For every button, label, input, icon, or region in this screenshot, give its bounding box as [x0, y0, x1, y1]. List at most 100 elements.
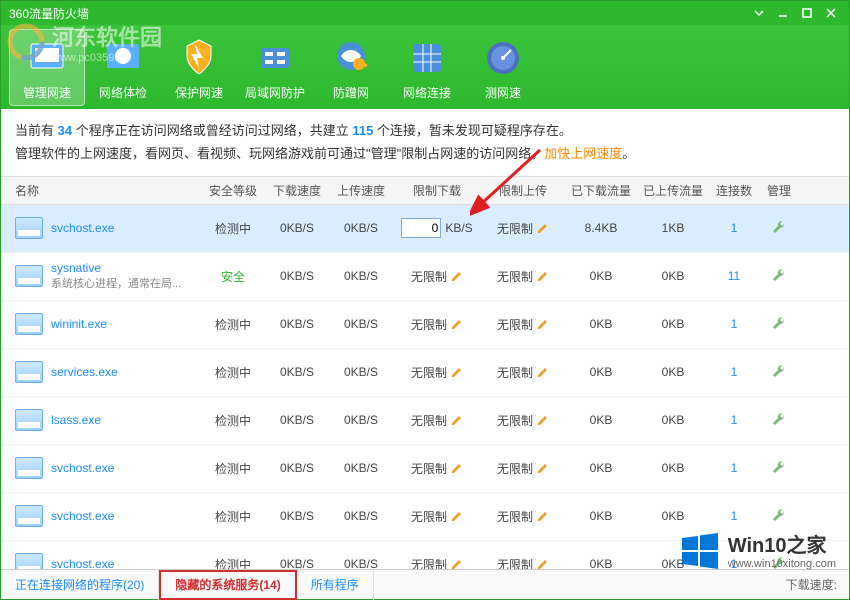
manage-button[interactable]	[759, 507, 799, 526]
process-row[interactable]: services.exe检测中0KB/S0KB/S无限制无限制0KB0KB1	[1, 349, 849, 397]
col-limit-download[interactable]: 限制下载	[393, 182, 481, 199]
bottom-tab[interactable]: 所有程序	[297, 570, 374, 600]
limit-upload-value: 无限制	[497, 412, 533, 429]
manage-button[interactable]	[759, 363, 799, 382]
manage-button[interactable]	[759, 315, 799, 334]
connection-count[interactable]: 1	[709, 317, 759, 331]
connection-count[interactable]: 1	[709, 557, 759, 569]
limit-download-cell: 无限制	[393, 364, 481, 381]
process-row[interactable]: svchost.exe检测中0KB/S0KB/S无限制无限制0KB0KB1	[1, 541, 849, 569]
process-row[interactable]: sysnative系统核心进程，通常在局...安全0KB/S0KB/S无限制无限…	[1, 253, 849, 301]
close-button[interactable]	[821, 5, 841, 21]
bottom-tab[interactable]: 隐藏的系统服务(14)	[159, 570, 296, 600]
limit-download-input[interactable]	[401, 218, 441, 238]
toolbar-局域网防护[interactable]: 局域网防护	[237, 30, 313, 105]
info-bar: 当前有 34 个程序正在访问网络或曾经访问过网络，共建立 115 个连接，暂未发…	[1, 109, 849, 177]
toolbar-防蹭网[interactable]: 防蹭网	[313, 30, 389, 105]
process-row[interactable]: svchost.exe检测中0KB/S0KB/SKB/S无限制8.4KB1KB1	[1, 205, 849, 253]
edit-icon[interactable]	[451, 270, 463, 282]
connection-count[interactable]: 1	[709, 221, 759, 235]
col-limit-upload[interactable]: 限制上传	[481, 182, 565, 199]
col-safety[interactable]: 安全等级	[201, 182, 265, 199]
manage-button[interactable]	[759, 219, 799, 238]
edit-icon[interactable]	[451, 318, 463, 330]
col-name[interactable]: 名称	[1, 182, 201, 199]
col-downloaded[interactable]: 已下载流量	[565, 182, 637, 199]
edit-icon[interactable]	[537, 366, 549, 378]
limit-download-cell: 无限制	[393, 556, 481, 569]
connection-count[interactable]: 1	[709, 365, 759, 379]
edit-icon[interactable]	[537, 558, 549, 569]
process-icon	[15, 457, 43, 479]
menu-button[interactable]	[749, 5, 769, 21]
col-download-speed[interactable]: 下载速度	[265, 182, 329, 199]
minimize-button[interactable]	[773, 5, 793, 21]
toolbar-测网速[interactable]: 测网速	[465, 30, 541, 105]
toolbar-网络体检[interactable]: 网络体检	[85, 30, 161, 105]
maximize-button[interactable]	[797, 5, 817, 21]
toolbar-网络连接[interactable]: 网络连接	[389, 30, 465, 105]
upload-speed: 0KB/S	[329, 461, 393, 475]
edit-icon[interactable]	[537, 510, 549, 522]
manage-button[interactable]	[759, 267, 799, 286]
uploaded-total: 0KB	[637, 461, 709, 475]
limit-upload-value: 无限制	[497, 508, 533, 525]
uploaded-total: 0KB	[637, 413, 709, 427]
edit-icon[interactable]	[451, 366, 463, 378]
edit-icon[interactable]	[451, 510, 463, 522]
uploaded-total: 0KB	[637, 557, 709, 569]
table-body: svchost.exe检测中0KB/S0KB/SKB/S无限制8.4KB1KB1…	[1, 205, 849, 569]
downloaded-total: 8.4KB	[565, 221, 637, 235]
col-connections[interactable]: 连接数	[709, 182, 759, 199]
safety-level: 安全	[201, 268, 265, 285]
limit-download-value: 无限制	[411, 316, 447, 333]
edit-icon[interactable]	[451, 558, 463, 569]
connection-count[interactable]: 1	[709, 461, 759, 475]
manage-button[interactable]	[759, 411, 799, 430]
process-row[interactable]: wininit.exe检测中0KB/S0KB/S无限制无限制0KB0KB1	[1, 301, 849, 349]
col-manage[interactable]: 管理	[759, 182, 799, 199]
connection-count[interactable]: 1	[709, 509, 759, 523]
process-row[interactable]: svchost.exe检测中0KB/S0KB/S无限制无限制0KB0KB1	[1, 493, 849, 541]
connection-count[interactable]: 1	[709, 413, 759, 427]
safety-level: 检测中	[201, 220, 265, 237]
toolbar-管理网速[interactable]: 管理网速	[9, 29, 85, 106]
manage-button[interactable]	[759, 459, 799, 478]
col-upload-speed[interactable]: 上传速度	[329, 182, 393, 199]
edit-icon[interactable]	[451, 414, 463, 426]
download-speed: 0KB/S	[265, 461, 329, 475]
edit-icon[interactable]	[537, 270, 549, 282]
toolbar-保护网速[interactable]: 保护网速	[161, 30, 237, 105]
downloaded-total: 0KB	[565, 317, 637, 331]
edit-icon[interactable]	[537, 414, 549, 426]
window-title: 360流量防火墙	[9, 5, 745, 22]
info-text: 个连接，暂未发现可疑程序存在。	[373, 123, 572, 138]
edit-icon[interactable]	[537, 222, 549, 234]
downloaded-total: 0KB	[565, 269, 637, 283]
edit-icon[interactable]	[451, 462, 463, 474]
limit-unit: KB/S	[445, 221, 472, 235]
toolbar-icon	[327, 34, 375, 82]
edit-icon[interactable]	[537, 462, 549, 474]
table-header: 名称 安全等级 下载速度 上传速度 限制下载 限制上传 已下载流量 已上传流量 …	[1, 177, 849, 205]
main-toolbar: 管理网速网络体检保护网速局域网防护防蹭网网络连接测网速	[1, 25, 849, 109]
limit-upload-cell: 无限制	[481, 412, 565, 429]
edit-icon[interactable]	[537, 318, 549, 330]
downloaded-total: 0KB	[565, 509, 637, 523]
connection-count[interactable]: 11	[709, 269, 759, 283]
upload-speed: 0KB/S	[329, 509, 393, 523]
bottom-tabs: 正在连接网络的程序(20)隐藏的系统服务(14)所有程序 下载速度:	[1, 569, 849, 599]
download-speed-label: 下载速度:	[786, 576, 849, 593]
bottom-tab[interactable]: 正在连接网络的程序(20)	[1, 570, 159, 600]
limit-download-value: 无限制	[411, 364, 447, 381]
process-row[interactable]: svchost.exe检测中0KB/S0KB/S无限制无限制0KB0KB1	[1, 445, 849, 493]
safety-level: 检测中	[201, 556, 265, 569]
col-uploaded[interactable]: 已上传流量	[637, 182, 709, 199]
upload-speed: 0KB/S	[329, 317, 393, 331]
safety-level: 检测中	[201, 508, 265, 525]
process-row[interactable]: lsass.exe检测中0KB/S0KB/S无限制无限制0KB0KB1	[1, 397, 849, 445]
limit-upload-value: 无限制	[497, 460, 533, 477]
process-icon	[15, 553, 43, 569]
toolbar-label: 保护网速	[175, 84, 223, 101]
manage-button[interactable]	[759, 555, 799, 569]
